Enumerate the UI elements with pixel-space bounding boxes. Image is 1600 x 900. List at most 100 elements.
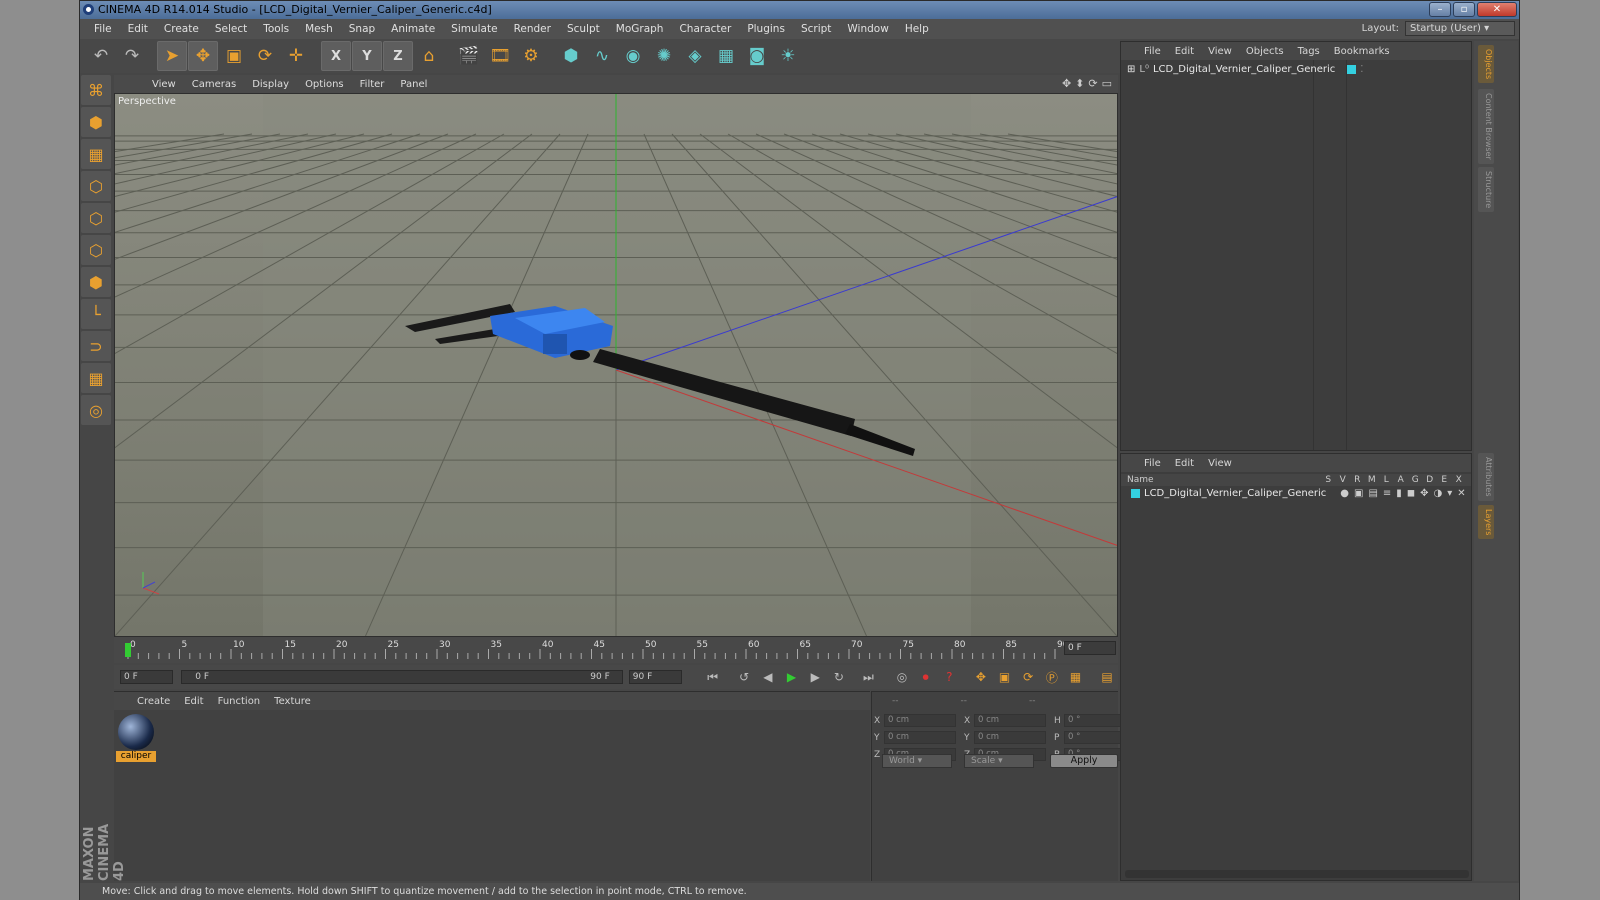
texture-mode-icon[interactable]: ▦ [81,139,111,169]
render-picture-viewer-icon[interactable]: 🎞 [485,41,515,71]
layer-color-tag[interactable] [1347,65,1357,74]
camera-icon[interactable]: ◙ [742,41,772,71]
material-menu-create[interactable]: Create [130,696,177,707]
previous-frame-icon[interactable]: ◀ [757,667,779,687]
floor-icon[interactable]: ▦ [711,41,741,71]
layer-menu-edit[interactable]: Edit [1168,458,1201,469]
coord-x-field[interactable]: 0 cm [884,714,956,727]
array-icon[interactable]: ✺ [649,41,679,71]
live-selection-icon[interactable]: ➤ [157,41,187,71]
light-icon[interactable]: ☀ [773,41,803,71]
subdivision-icon[interactable]: ◉ [618,41,648,71]
redo-icon[interactable]: ↷ [117,41,147,71]
layer-column-x[interactable]: X [1452,475,1467,485]
polygons-mode-icon[interactable]: ⬢ [81,267,111,297]
cube-icon[interactable]: ⬢ [556,41,586,71]
layer-row[interactable]: LCD_Digital_Vernier_Caliper_Generic ●▣▤≡… [1131,488,1471,499]
menu-tools[interactable]: Tools [255,23,297,35]
menu-edit[interactable]: Edit [120,23,156,35]
previous-key-icon[interactable]: ↺ [733,667,755,687]
side-tab-objects[interactable]: Objects [1478,45,1494,84]
menu-create[interactable]: Create [156,23,207,35]
menu-mograph[interactable]: MoGraph [608,23,672,35]
material-menu-function[interactable]: Function [211,696,268,707]
layer-menu-view[interactable]: View [1201,458,1239,469]
layer-column-e[interactable]: E [1437,475,1452,485]
end-frame-field[interactable]: 90 F [628,670,683,684]
model-mode-icon[interactable]: ⬢ [81,107,111,137]
menu-simulate[interactable]: Simulate [443,23,505,35]
layer-column-m[interactable]: M [1365,475,1380,485]
layer-column-l[interactable]: L [1379,475,1394,485]
maximize-button[interactable]: ▫ [1453,2,1475,17]
viewport-menu-cameras[interactable]: Cameras [184,79,244,90]
object-menu-tags[interactable]: Tags [1291,46,1327,57]
apply-button[interactable]: Apply [1050,754,1118,768]
material-swatch[interactable]: caliper [116,714,156,762]
menu-render[interactable]: Render [506,23,559,35]
spline-icon[interactable]: ∿ [587,41,617,71]
menu-help[interactable]: Help [897,23,937,35]
coord-y-field[interactable]: 0 cm [884,731,956,744]
viewport-zoom-icon[interactable]: ⬍ [1075,77,1084,90]
visibility-dots-icon[interactable]: ⁚ [1360,64,1363,75]
size-mode-dropdown[interactable]: Scale ▾ [964,754,1034,768]
timeline-window-icon[interactable]: ▤ [1096,667,1118,687]
key-rotation-icon[interactable]: ⟳ [1017,667,1039,687]
viewport-menu-display[interactable]: Display [244,79,297,90]
layer-color-swatch[interactable] [1131,489,1140,498]
menu-snap[interactable]: Snap [341,23,383,35]
layer-menu-file[interactable]: File [1137,458,1168,469]
coordinate-system-dropdown[interactable]: World ▾ [882,754,952,768]
side-tab-attributes[interactable]: Attributes [1478,453,1494,501]
viewport-move-icon[interactable]: ✥ [1062,77,1071,90]
sculpt-icon[interactable]: ◎ [81,395,111,425]
move-icon[interactable]: ✥ [188,41,218,71]
key-parameter-icon[interactable]: Ⓟ [1041,667,1063,687]
menu-file[interactable]: File [86,23,120,35]
axis-mode-icon[interactable]: └ [81,299,111,329]
playhead-marker[interactable] [125,643,131,657]
edges-mode-icon[interactable]: ⬡ [81,235,111,265]
snap-grid-icon[interactable]: ▦ [81,363,111,393]
layer-column-r[interactable]: R [1350,475,1365,485]
material-menu-edit[interactable]: Edit [177,696,210,707]
menu-animate[interactable]: Animate [383,23,443,35]
magnet-icon[interactable]: ⊃ [81,331,111,361]
menu-sculpt[interactable]: Sculpt [559,23,608,35]
viewport-menu-filter[interactable]: Filter [352,79,393,90]
layer-column-v[interactable]: V [1336,475,1351,485]
autokey-icon[interactable]: ⏺ [915,667,937,687]
side-tab-layers[interactable]: Layers [1478,505,1494,540]
menu-select[interactable]: Select [207,23,255,35]
menu-character[interactable]: Character [671,23,739,35]
layer-column-a[interactable]: A [1394,475,1409,485]
side-tab-content-browser[interactable]: Content Browser [1478,89,1494,164]
minimize-button[interactable]: – [1429,2,1451,17]
go-to-start-icon[interactable]: ⏮ [702,667,724,687]
coordinate-system-icon[interactable]: ⌂ [414,41,444,71]
viewport-maximize-icon[interactable]: ▭ [1102,77,1112,90]
workplane-icon[interactable]: ⬡ [81,171,111,201]
viewport-rotate-icon[interactable]: ⟳ [1088,77,1097,90]
material-menu-texture[interactable]: Texture [267,696,318,707]
next-key-icon[interactable]: ↻ [828,667,850,687]
menu-script[interactable]: Script [793,23,839,35]
go-to-end-icon[interactable]: ⏭ [858,667,880,687]
coord-x-field[interactable]: 0 cm [974,714,1046,727]
timeline-ruler[interactable]: 051015202530354045505560657075808590 0 F [114,637,1118,663]
z-axis-icon[interactable]: Z [383,41,413,71]
layer-column-s[interactable]: S [1321,475,1336,485]
viewport-menu-panel[interactable]: Panel [392,79,435,90]
y-axis-icon[interactable]: Y [352,41,382,71]
current-frame-field[interactable]: 0 F [1064,641,1116,655]
recent-tool-icon[interactable]: ✛ [281,41,311,71]
deformer-icon[interactable]: ◈ [680,41,710,71]
make-editable-icon[interactable]: ⌘ [81,75,111,105]
render-view-icon[interactable]: 🎬 [454,41,484,71]
layer-flags-icons[interactable]: ●▣▤≡▮◼✥◑▾✕ [1340,488,1470,499]
expand-icon[interactable]: ⊞ [1127,64,1135,75]
keyframe-selection-icon[interactable]: ? [938,667,960,687]
menu-plugins[interactable]: Plugins [739,23,793,35]
object-row[interactable]: ⊞ L⁰ LCD_Digital_Vernier_Caliper_Generic… [1127,64,1363,75]
